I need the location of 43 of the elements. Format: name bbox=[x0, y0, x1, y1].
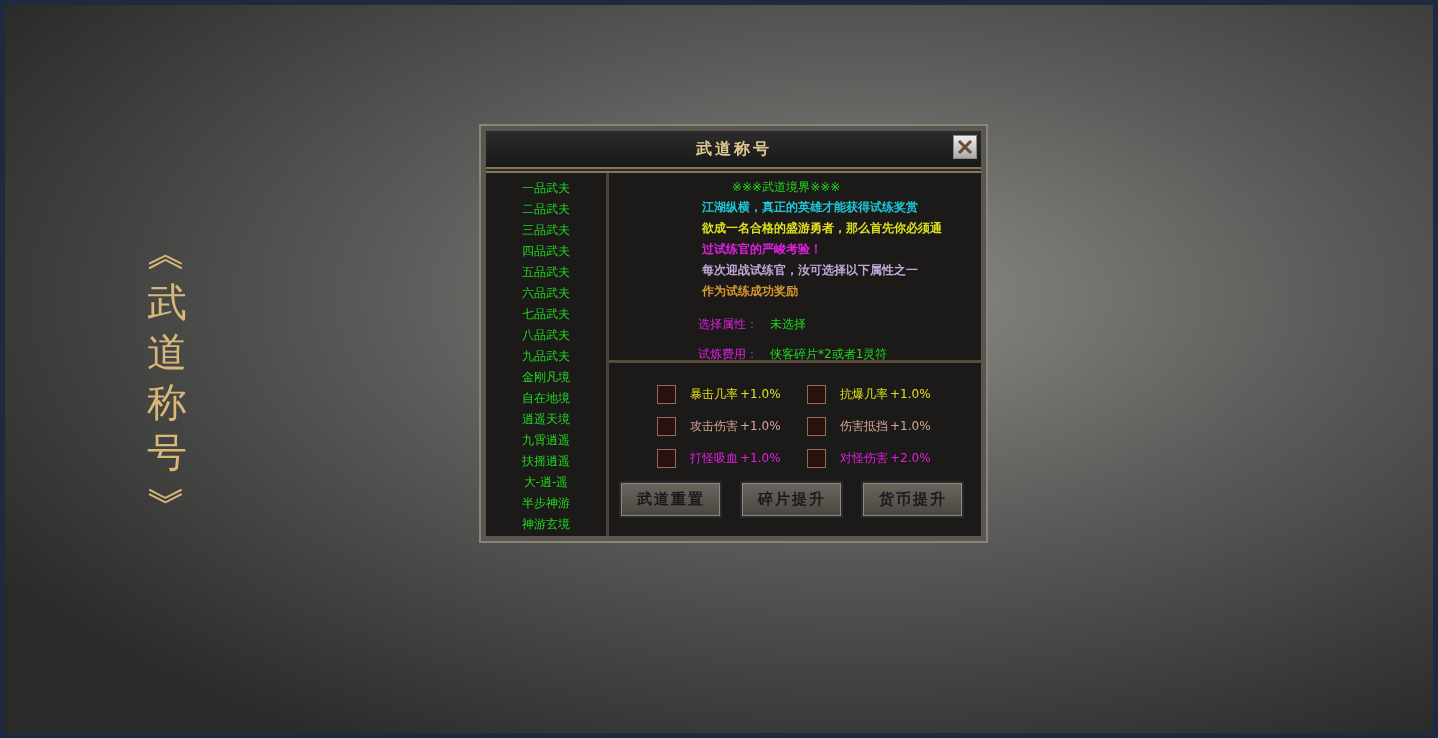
rank-item[interactable]: 一品武夫 bbox=[522, 178, 570, 199]
option-label: 对怪伤害 +2.0% bbox=[840, 450, 931, 467]
rank-item[interactable]: 六品武夫 bbox=[522, 283, 570, 304]
checkbox[interactable] bbox=[657, 385, 676, 404]
rank-item[interactable]: 八品武夫 bbox=[522, 325, 570, 346]
attribute-value: 未选择 bbox=[770, 316, 806, 333]
checkbox[interactable] bbox=[657, 449, 676, 468]
rank-item[interactable]: 二品武夫 bbox=[522, 199, 570, 220]
option-label: 攻击伤害 +1.0% bbox=[690, 418, 781, 435]
intro-text: 每次迎战试练官，汝可选择以下属性之一 bbox=[702, 262, 918, 279]
rank-item[interactable]: 神游玄境 bbox=[522, 514, 570, 535]
checkbox[interactable] bbox=[807, 385, 826, 404]
rank-item[interactable]: 九霄逍遥 bbox=[522, 430, 570, 451]
rank-item[interactable]: 金刚凡境 bbox=[522, 367, 570, 388]
close-icon bbox=[957, 139, 973, 155]
dialog-title: 武道称号 bbox=[695, 138, 772, 160]
section-heading: ※※※武道境界※※※ bbox=[732, 179, 842, 196]
checkbox[interactable] bbox=[807, 417, 826, 436]
attribute-label: 选择属性： bbox=[698, 316, 758, 333]
rank-item[interactable]: 大-逍-遥 bbox=[523, 472, 569, 493]
intro-text: 江湖纵横，真正的英雄才能获得试练奖赏 bbox=[702, 199, 918, 216]
rank-item[interactable]: 七品武夫 bbox=[522, 304, 570, 325]
option-label: 打怪吸血 +1.0% bbox=[690, 450, 781, 467]
rank-item[interactable]: 扶摇逍遥 bbox=[522, 451, 570, 472]
rank-item[interactable]: 自在地境 bbox=[522, 388, 570, 409]
side-title: ︽武道称号︾ bbox=[146, 228, 188, 527]
checkbox[interactable] bbox=[657, 417, 676, 436]
rank-item[interactable]: 四品武夫 bbox=[522, 241, 570, 262]
rank-item[interactable]: 半步神游 bbox=[522, 493, 570, 514]
rank-item[interactable]: 逍遥天境 bbox=[522, 409, 570, 430]
intro-text: 欲成一名合格的盛游勇者，那么首先你必须通 bbox=[702, 220, 942, 237]
option-label: 暴击几率 +1.0% bbox=[690, 386, 781, 403]
intro-text: 作为试练成功奖励 bbox=[702, 283, 798, 300]
rank-item[interactable]: 五品武夫 bbox=[522, 262, 570, 283]
close-button[interactable] bbox=[953, 135, 977, 159]
rank-item[interactable]: 三品武夫 bbox=[522, 220, 570, 241]
option-label: 伤害抵挡 +1.0% bbox=[840, 418, 931, 435]
intro-text: 过试练官的严峻考验！ bbox=[702, 241, 822, 258]
cost-value: 侠客碎片*2或者1灵符 bbox=[770, 346, 888, 363]
cost-label: 试炼费用： bbox=[698, 346, 758, 363]
rank-item[interactable]: 九品武夫 bbox=[522, 346, 570, 367]
checkbox[interactable] bbox=[807, 449, 826, 468]
option-label: 抗爆几率 +1.0% bbox=[840, 386, 931, 403]
